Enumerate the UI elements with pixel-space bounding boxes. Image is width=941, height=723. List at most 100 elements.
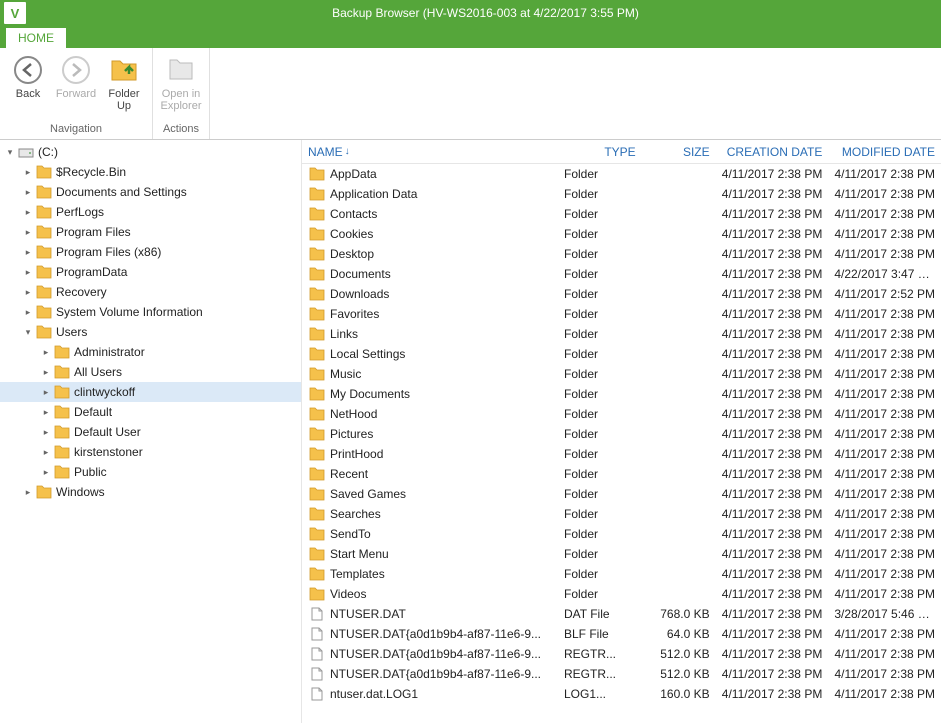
- list-item[interactable]: CookiesFolder4/11/2017 2:38 PM4/11/2017 …: [302, 224, 941, 244]
- list-item[interactable]: DocumentsFolder4/11/2017 2:38 PM4/22/201…: [302, 264, 941, 284]
- tree-item[interactable]: ▾Users: [0, 322, 301, 342]
- file-modified-date: 4/11/2017 2:52 PM: [828, 287, 941, 301]
- tree-item-label: Default: [74, 405, 112, 419]
- tree-item[interactable]: ▸ Default: [0, 402, 301, 422]
- column-size[interactable]: SIZE: [642, 145, 716, 159]
- file-type: DAT File: [558, 607, 642, 621]
- list-item[interactable]: FavoritesFolder4/11/2017 2:38 PM4/11/201…: [302, 304, 941, 324]
- list-item[interactable]: SendToFolder4/11/2017 2:38 PM4/11/2017 2…: [302, 524, 941, 544]
- tree-item[interactable]: ▸PerfLogs: [0, 202, 301, 222]
- tree-item[interactable]: ▸Default User: [0, 422, 301, 442]
- file-modified-date: 3/28/2017 5:46 PM: [828, 607, 941, 621]
- tree-twist-icon[interactable]: ▸: [22, 167, 34, 178]
- file-name: NTUSER.DAT{a0d1b9b4-af87-11e6-9...: [330, 647, 541, 661]
- list-item[interactable]: DesktopFolder4/11/2017 2:38 PM4/11/2017 …: [302, 244, 941, 264]
- tree-item[interactable]: ▸Windows: [0, 482, 301, 502]
- tree-item[interactable]: ▸ProgramData: [0, 262, 301, 282]
- tree-item[interactable]: ▸Recovery: [0, 282, 301, 302]
- folder-up-button[interactable]: Folder Up: [100, 52, 148, 114]
- tree-item[interactable]: ▸Public: [0, 462, 301, 482]
- file-name: Start Menu: [330, 547, 389, 561]
- list-item[interactable]: DownloadsFolder4/11/2017 2:38 PM4/11/201…: [302, 284, 941, 304]
- column-type[interactable]: TYPE: [558, 145, 642, 159]
- list-item[interactable]: ContactsFolder4/11/2017 2:38 PM4/11/2017…: [302, 204, 941, 224]
- list-item[interactable]: LinksFolder4/11/2017 2:38 PM4/11/2017 2:…: [302, 324, 941, 344]
- file-type: Folder: [558, 447, 642, 461]
- file-list[interactable]: NAME↓ TYPE SIZE CREATION DATE MODIFIED D…: [302, 140, 941, 723]
- file-creation-date: 4/11/2017 2:38 PM: [716, 267, 829, 281]
- forward-button[interactable]: Forward: [52, 52, 100, 102]
- folder-icon: [35, 184, 53, 200]
- tree-twist-icon[interactable]: ▸: [22, 187, 34, 198]
- folder-tree[interactable]: ▾ (C:) ▸$Recycle.Bin▸Documents and Setting…: [0, 140, 302, 723]
- file-modified-date: 4/22/2017 3:47 PM: [828, 267, 941, 281]
- column-modified-date[interactable]: MODIFIED DATE: [828, 145, 941, 159]
- tree-twist-icon[interactable]: ▸: [22, 247, 34, 258]
- list-item[interactable]: NetHoodFolder4/11/2017 2:38 PM4/11/2017 …: [302, 404, 941, 424]
- list-item[interactable]: Application DataFolder4/11/2017 2:38 PM4…: [302, 184, 941, 204]
- tree-twist-icon[interactable]: ▸: [22, 287, 34, 298]
- file-modified-date: 4/11/2017 2:38 PM: [828, 667, 941, 681]
- tree-item[interactable]: ▸Administrator: [0, 342, 301, 362]
- tree-item-label: System Volume Information: [56, 305, 203, 319]
- tree-item[interactable]: ▸kirstenstoner: [0, 442, 301, 462]
- file-icon: [308, 626, 326, 642]
- file-name: Recent: [330, 467, 368, 481]
- list-item[interactable]: VideosFolder4/11/2017 2:38 PM4/11/2017 2…: [302, 584, 941, 604]
- tree-item[interactable]: ▸All Users: [0, 362, 301, 382]
- back-button[interactable]: Back: [4, 52, 52, 102]
- file-name: Searches: [330, 507, 381, 521]
- file-type: Folder: [558, 187, 642, 201]
- tree-twist-icon[interactable]: ▸: [22, 227, 34, 238]
- tree-twist-icon[interactable]: ▸: [40, 387, 52, 398]
- file-icon: [308, 666, 326, 682]
- list-item[interactable]: PicturesFolder4/11/2017 2:38 PM4/11/2017…: [302, 424, 941, 444]
- list-item[interactable]: Local SettingsFolder4/11/2017 2:38 PM4/1…: [302, 344, 941, 364]
- list-item[interactable]: My DocumentsFolder4/11/2017 2:38 PM4/11/…: [302, 384, 941, 404]
- ribbon-group-actions: Open in Explorer Actions: [153, 48, 210, 139]
- tree-item[interactable]: ▾ (C:): [0, 142, 301, 162]
- tree-twist-icon[interactable]: ▸: [40, 347, 52, 358]
- tree-twist-icon[interactable]: ▸: [22, 267, 34, 278]
- list-item[interactable]: SearchesFolder4/11/2017 2:38 PM4/11/2017…: [302, 504, 941, 524]
- open-in-explorer-button[interactable]: Open in Explorer: [157, 52, 205, 114]
- tab-home[interactable]: HOME: [6, 28, 66, 48]
- column-creation-date[interactable]: CREATION DATE: [716, 145, 829, 159]
- tree-item[interactable]: ▸Program Files (x86): [0, 242, 301, 262]
- list-item[interactable]: RecentFolder4/11/2017 2:38 PM4/11/2017 2…: [302, 464, 941, 484]
- list-item[interactable]: ntuser.dat.LOG1LOG1...160.0 KB4/11/2017 …: [302, 684, 941, 704]
- tree-twist-icon[interactable]: ▸: [22, 207, 34, 218]
- drive-icon: [17, 144, 35, 160]
- file-creation-date: 4/11/2017 2:38 PM: [716, 587, 829, 601]
- list-item[interactable]: Start MenuFolder4/11/2017 2:38 PM4/11/20…: [302, 544, 941, 564]
- file-type: Folder: [558, 507, 642, 521]
- file-name: NTUSER.DAT{a0d1b9b4-af87-11e6-9...: [330, 627, 541, 641]
- tree-item[interactable]: ▸$Recycle.Bin: [0, 162, 301, 182]
- list-item[interactable]: Saved GamesFolder4/11/2017 2:38 PM4/11/2…: [302, 484, 941, 504]
- list-item[interactable]: MusicFolder4/11/2017 2:38 PM4/11/2017 2:…: [302, 364, 941, 384]
- tree-twist-icon[interactable]: ▸: [40, 447, 52, 458]
- column-name[interactable]: NAME↓: [302, 145, 558, 159]
- tree-twist-icon[interactable]: ▸: [40, 407, 52, 418]
- tree-twist-icon[interactable]: ▸: [22, 307, 34, 318]
- list-item[interactable]: NTUSER.DAT{a0d1b9b4-af87-11e6-9...BLF Fi…: [302, 624, 941, 644]
- tree-item[interactable]: ▸ System Volume Information: [0, 302, 301, 322]
- tree-twist-icon[interactable]: ▸: [40, 427, 52, 438]
- file-name: Videos: [330, 587, 366, 601]
- list-item[interactable]: NTUSER.DATDAT File768.0 KB4/11/2017 2:38…: [302, 604, 941, 624]
- tree-twist-icon[interactable]: ▸: [22, 487, 34, 498]
- folder-icon: [53, 464, 71, 480]
- tree-twist-icon[interactable]: ▸: [40, 367, 52, 378]
- tree-twist-icon[interactable]: ▾: [22, 327, 34, 338]
- list-item[interactable]: AppDataFolder4/11/2017 2:38 PM4/11/2017 …: [302, 164, 941, 184]
- list-item[interactable]: NTUSER.DAT{a0d1b9b4-af87-11e6-9...REGTR.…: [302, 644, 941, 664]
- tree-item[interactable]: ▸Program Files: [0, 222, 301, 242]
- tree-item-label: (C:): [38, 145, 58, 159]
- list-item[interactable]: PrintHoodFolder4/11/2017 2:38 PM4/11/201…: [302, 444, 941, 464]
- list-item[interactable]: NTUSER.DAT{a0d1b9b4-af87-11e6-9...REGTR.…: [302, 664, 941, 684]
- tree-item[interactable]: ▸clintwyckoff: [0, 382, 301, 402]
- tree-twist-icon[interactable]: ▾: [4, 147, 16, 158]
- tree-item[interactable]: ▸Documents and Settings: [0, 182, 301, 202]
- tree-twist-icon[interactable]: ▸: [40, 467, 52, 478]
- list-item[interactable]: TemplatesFolder4/11/2017 2:38 PM4/11/201…: [302, 564, 941, 584]
